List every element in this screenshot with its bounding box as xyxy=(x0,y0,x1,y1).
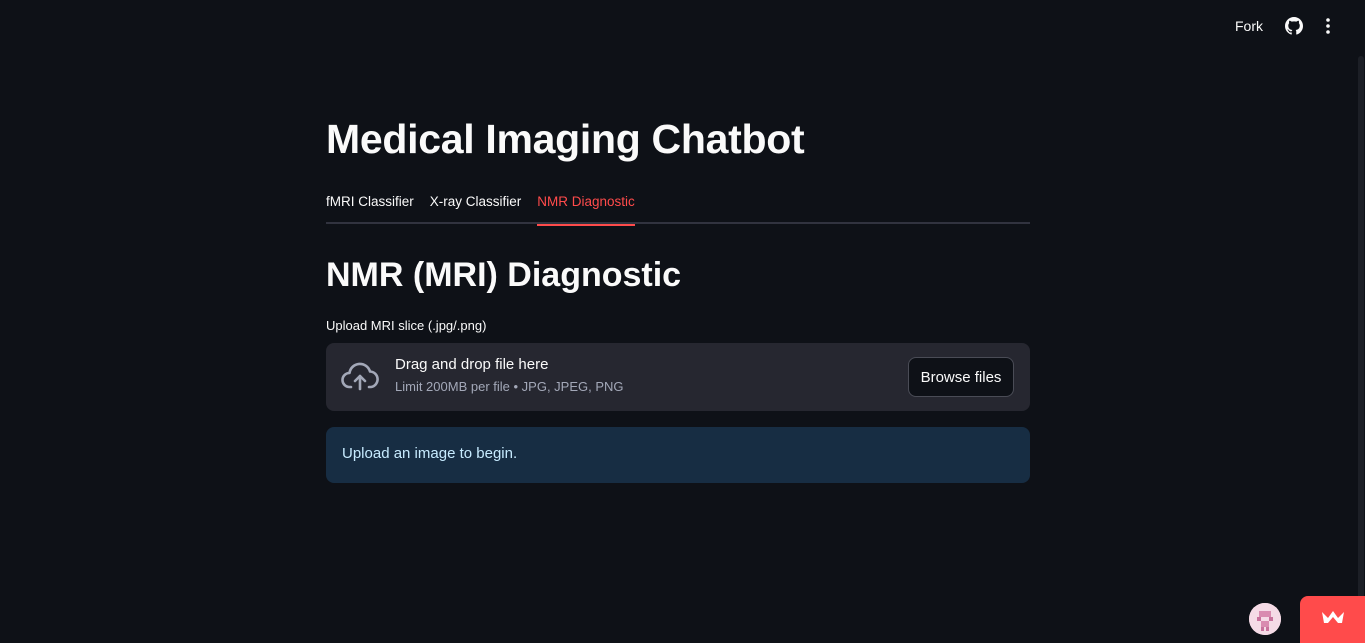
streamlit-hosted-badge[interactable] xyxy=(1300,596,1365,643)
app-header: Fork xyxy=(1235,0,1365,52)
tab-fmri-classifier[interactable]: fMRI Classifier xyxy=(326,186,414,224)
uploader-label: Upload MRI slice (.jpg/.png) xyxy=(326,318,487,333)
scrollbar[interactable] xyxy=(1358,56,1364,643)
more-vert-icon[interactable] xyxy=(1311,9,1345,43)
page-title: Medical Imaging Chatbot xyxy=(326,116,805,162)
crown-icon xyxy=(1320,609,1346,630)
file-dropzone[interactable]: Drag and drop file here Limit 200MB per … xyxy=(326,343,1030,411)
cloud-upload-icon xyxy=(341,360,379,394)
dropzone-instructions: Drag and drop file here xyxy=(395,356,549,373)
tab-nmr-diagnostic[interactable]: NMR Diagnostic xyxy=(537,186,635,226)
info-message: Upload an image to begin. xyxy=(342,445,518,462)
tab-xray-classifier[interactable]: X-ray Classifier xyxy=(430,186,522,224)
info-alert: Upload an image to begin. xyxy=(326,427,1030,483)
dropzone-text: Drag and drop file here Limit 200MB per … xyxy=(395,356,624,394)
tab-bar: fMRI Classifier X-ray Classifier NMR Dia… xyxy=(326,186,1030,226)
dropzone-limit-text: Limit 200MB per file • JPG, JPEG, PNG xyxy=(395,379,624,394)
github-icon[interactable] xyxy=(1277,9,1311,43)
fork-button[interactable]: Fork xyxy=(1235,18,1263,34)
user-avatar[interactable] xyxy=(1249,603,1281,635)
section-title: NMR (MRI) Diagnostic xyxy=(326,256,682,294)
browse-files-button[interactable]: Browse files xyxy=(908,357,1014,397)
